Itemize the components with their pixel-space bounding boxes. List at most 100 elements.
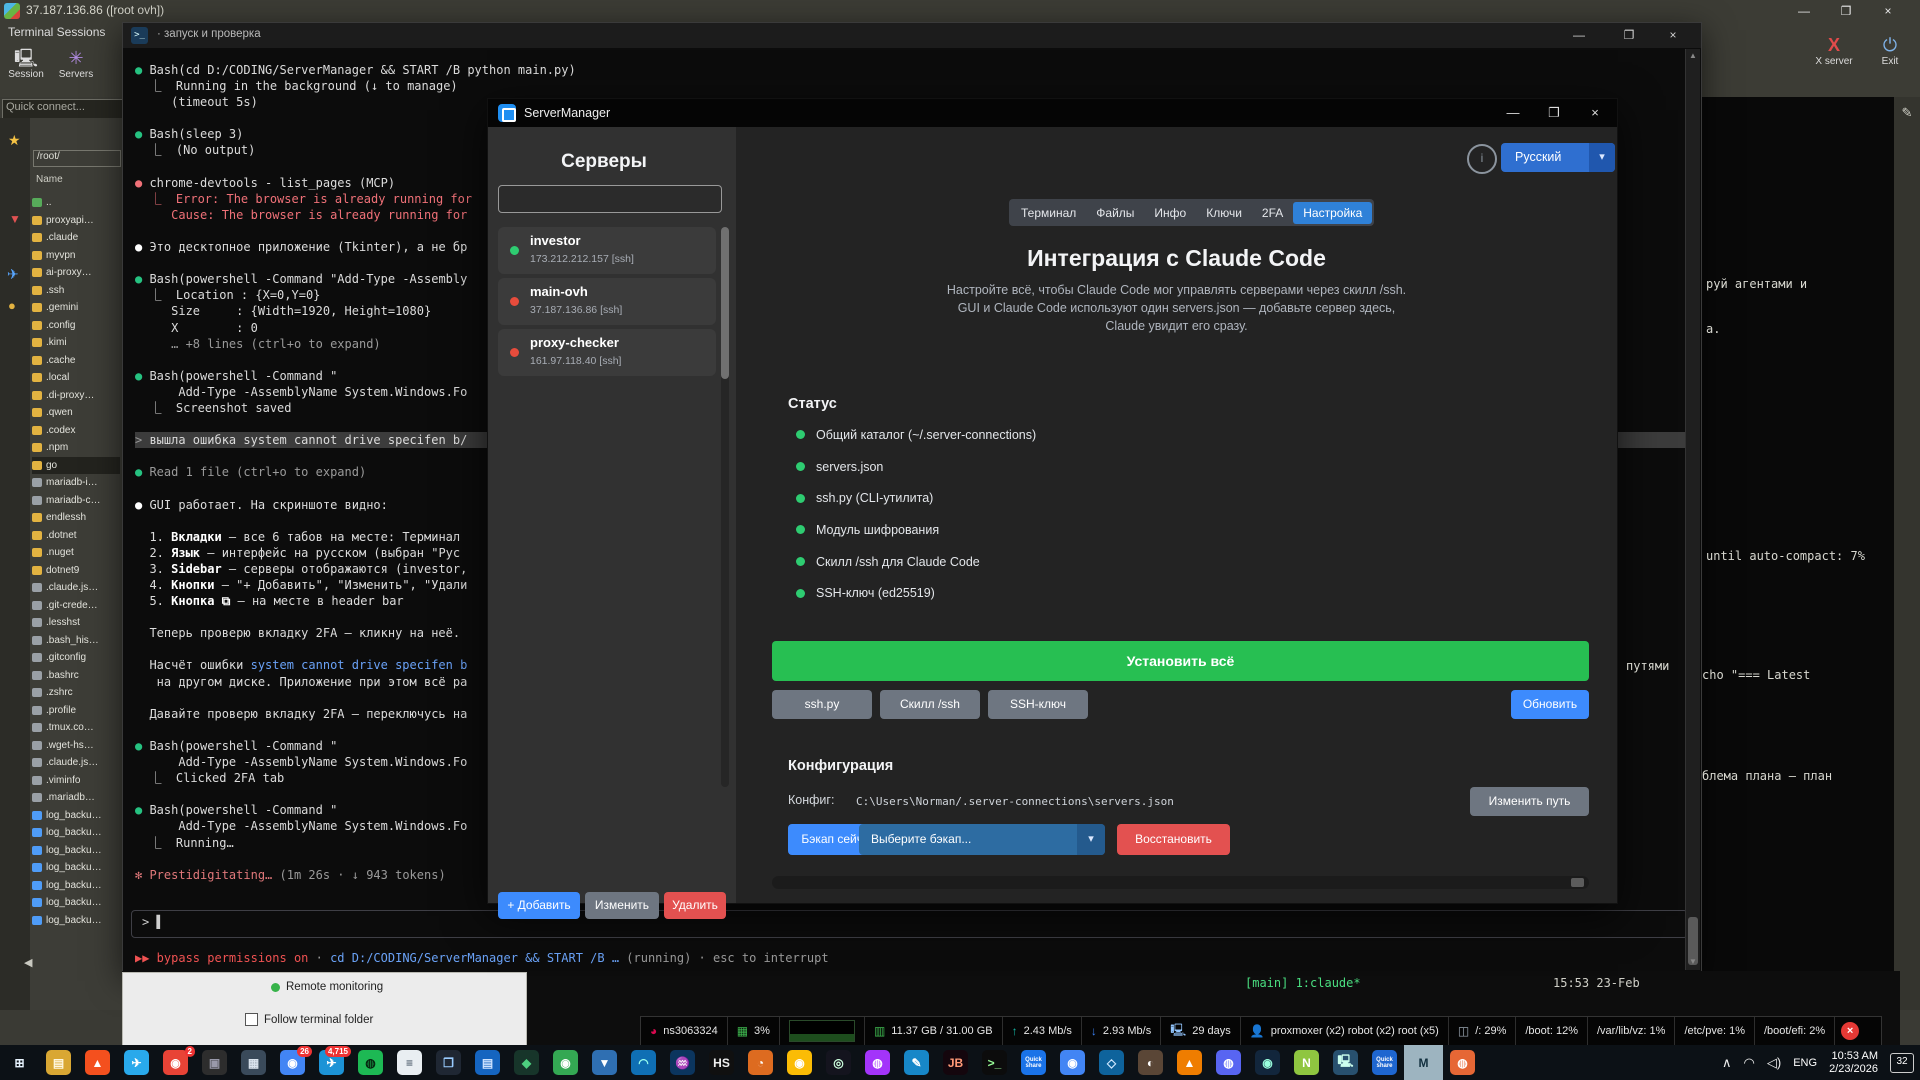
tree-item[interactable]: .claude.js… (32, 579, 120, 597)
horizontal-scroll-thumb[interactable] (1571, 878, 1584, 887)
tree-item[interactable]: myvpn (32, 247, 120, 265)
servers-toolbar-button[interactable]: ✳ Servers (52, 47, 100, 80)
tree-item[interactable]: .gitconfig (32, 649, 120, 667)
tree-item[interactable]: .claude.js… (32, 754, 120, 772)
tree-item[interactable]: log_backu… (32, 894, 120, 912)
server-search-input[interactable] (498, 185, 722, 213)
delete-server-button[interactable]: Удалить (664, 892, 726, 919)
terminal-scrollbar[interactable]: ▲ ▼ (1685, 49, 1700, 970)
tree-item[interactable]: go (32, 456, 120, 474)
server-card-investor[interactable]: investor 173.212.212.157 [ssh] (498, 227, 716, 274)
checkbox-icon[interactable] (245, 1013, 258, 1026)
terminal-minimize-button[interactable]: — (1557, 23, 1601, 48)
taskbar-icon-firefox[interactable]: ◔ (741, 1045, 780, 1080)
tree-item[interactable]: .tmux.co… (32, 719, 120, 737)
tree-item[interactable]: endlessh (32, 509, 120, 527)
tab-Ключи[interactable]: Ключи (1196, 202, 1252, 224)
restore-button[interactable]: Восстановить (1117, 824, 1230, 855)
taskbar-icon-quick-share-2[interactable]: Quick share (1365, 1045, 1404, 1080)
sshpy-button[interactable]: ssh.py (772, 690, 872, 719)
favorites-star-icon[interactable]: ★ (8, 132, 21, 149)
pencil-icon[interactable]: ✎ (1894, 97, 1920, 121)
taskbar-icon-dark-terminal[interactable]: ▣ (195, 1045, 234, 1080)
menu-items[interactable]: Terminal Sessions (0, 22, 122, 42)
taskbar-icon-telegram[interactable]: ✈ (117, 1045, 156, 1080)
taskbar-icon-pycharm[interactable]: ◆ (507, 1045, 546, 1080)
tree-item[interactable]: .mariadb… (32, 789, 120, 807)
tree-item[interactable]: log_backu… (32, 859, 120, 877)
language-indicator[interactable]: ENG (1793, 1057, 1817, 1069)
tray-close-button[interactable]: × (1841, 1022, 1860, 1040)
tree-item[interactable]: .local (32, 369, 120, 387)
tree-item[interactable]: .. (32, 194, 120, 212)
taskbar-icon-obs-studio[interactable]: ◎ (819, 1045, 858, 1080)
terminal-maximize-button[interactable]: ❐ (1607, 23, 1651, 48)
tree-item[interactable]: log_backu… (32, 842, 120, 860)
tree-item[interactable]: .lesshst (32, 614, 120, 632)
server-list-scroll-thumb[interactable] (721, 227, 729, 379)
remote-monitoring-button[interactable]: Remote monitoring (271, 981, 383, 993)
tree-item[interactable]: .qwen (32, 404, 120, 422)
server-list-scrollbar[interactable] (721, 227, 729, 787)
taskbar-icon-terminal-app[interactable]: >_ (975, 1045, 1014, 1080)
backup-select-dropdown[interactable]: Выберите бэкап... ▾ (859, 824, 1105, 855)
install-all-button[interactable]: Установить всё (772, 641, 1589, 681)
session-toolbar-button[interactable]: 🖳 Session (2, 47, 50, 80)
window-minimize-button[interactable]: — (1787, 2, 1821, 20)
taskbar-icon-hs-app[interactable]: HS (702, 1045, 741, 1080)
taskbar-icon-docker[interactable]: ♒ (663, 1045, 702, 1080)
taskbar-icon-discord[interactable]: ◍ (1209, 1045, 1248, 1080)
tree-item[interactable]: log_backu… (32, 877, 120, 895)
tree-item[interactable]: log_backu… (32, 824, 120, 842)
tab-Инфо[interactable]: Инфо (1144, 202, 1196, 224)
tree-item[interactable]: proxyapi… (32, 212, 120, 230)
wifi-icon[interactable]: ◠ (1744, 1055, 1755, 1071)
terminal-close-button[interactable]: × (1651, 23, 1695, 48)
add-server-button[interactable]: + Добавить (498, 892, 580, 919)
skill-ssh-button[interactable]: Скилл /ssh (880, 690, 980, 719)
speaker-icon[interactable]: ◁) (1767, 1055, 1781, 1071)
taskbar-icon-calculator[interactable]: ▦ (234, 1045, 273, 1080)
tree-item[interactable]: .viminfo (32, 772, 120, 790)
taskbar-icon-spotify[interactable]: ◍ (351, 1045, 390, 1080)
chevron-down-icon[interactable]: ▾ (1077, 824, 1105, 855)
sm-minimize-button[interactable]: — (1493, 99, 1533, 127)
taskbar-icon-file-explorer[interactable]: ▤ (39, 1045, 78, 1080)
taskbar-icon-postman[interactable]: ◍ (1443, 1045, 1482, 1080)
taskbar-icon-mobaxterm[interactable]: M (1404, 1045, 1443, 1080)
tree-item[interactable]: .wget-hs… (32, 737, 120, 755)
taskbar-icon-intellij[interactable]: JB (936, 1045, 975, 1080)
taskbar-icon-blue-folder[interactable]: ▤ (468, 1045, 507, 1080)
tree-item[interactable]: .bashrc (32, 667, 120, 685)
x-server-button[interactable]: X X server (1810, 34, 1858, 67)
yellow-ball-icon[interactable]: ● (8, 298, 16, 313)
tree-item[interactable]: .di-proxy… (32, 387, 120, 405)
change-path-button[interactable]: Изменить путь (1470, 787, 1589, 816)
clock[interactable]: 10:53 AM 2/23/2026 (1829, 1050, 1878, 1076)
server-card-main-ovh[interactable]: main-ovh 37.187.136.86 [ssh] (498, 278, 716, 325)
taskbar-icon-chrome[interactable]: ◉ 26 (273, 1045, 312, 1080)
tree-item[interactable]: .kimi (32, 334, 120, 352)
taskbar-icon-start-button[interactable]: ⊞ (0, 1045, 39, 1080)
info-circle-button[interactable]: i (1467, 144, 1497, 174)
tree-item[interactable]: .nuget (32, 544, 120, 562)
tree-item[interactable]: log_backu… (32, 807, 120, 825)
taskbar-icon-chrome-work[interactable]: ◉ (1053, 1045, 1092, 1080)
taskbar-icon-notepad-plus[interactable]: N (1287, 1045, 1326, 1080)
tree-item[interactable]: log_backu… (32, 912, 120, 930)
refresh-button[interactable]: Обновить (1511, 690, 1589, 719)
scroll-down-arrow[interactable]: ▼ (1688, 957, 1698, 966)
taskbar-icon-qbittorrent[interactable]: ▼ (585, 1045, 624, 1080)
ssh-key-button[interactable]: SSH-ключ (988, 690, 1088, 719)
taskbar-icon-gimp[interactable]: ◐ (1131, 1045, 1170, 1080)
paper-plane-icon[interactable]: ✈ (7, 266, 19, 283)
tree-item[interactable]: .claude (32, 229, 120, 247)
tree-item[interactable]: .zshrc (32, 684, 120, 702)
tree-item[interactable]: .dotnet (32, 527, 120, 545)
taskbar-icon-edge[interactable]: ◠ (624, 1045, 663, 1080)
taskbar-icon-telegram-alt[interactable]: ✈ 4,715 (312, 1045, 351, 1080)
scroll-up-arrow[interactable]: ▲ (1688, 51, 1698, 60)
tree-name-header[interactable]: Name (36, 174, 63, 185)
tree-item[interactable]: mariadb-c… (32, 492, 120, 510)
exit-button[interactable]: ⏻ Exit (1866, 34, 1914, 67)
